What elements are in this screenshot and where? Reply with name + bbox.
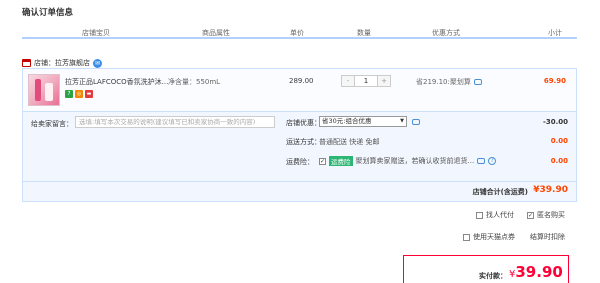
tmall-points-checkbox[interactable] [463, 233, 470, 241]
message-input[interactable]: 选填:填写本次交易的说明(建议填写已和卖家协商一致的内容) [75, 116, 275, 128]
product-name[interactable]: 拉芳正品LAFCOCO香氛洗护沐... [65, 77, 168, 87]
page-title: 确认订单信息 [22, 8, 74, 18]
message-label: 给卖家留言： [31, 120, 73, 128]
invoice-icon[interactable]: ▬ [85, 90, 93, 98]
insurance-row: ✓ 运费险 聚划算卖家赠送，若确认收货前退货... ? [319, 156, 497, 166]
quantity-input[interactable]: 1 [354, 76, 378, 86]
discount-value: -30.00 [542, 118, 568, 126]
discount-label: 店铺优惠： [286, 119, 321, 127]
insurance-tag: 运费险 [329, 156, 353, 166]
payment-summary: 实付款： ¥39.90 [403, 255, 569, 283]
insurance-value: 0.00 [550, 157, 568, 165]
promo-info: 省219.10:聚划算 [416, 77, 482, 87]
chat-icon[interactable]: ✉ [93, 58, 102, 68]
col-shop-item: 店铺宝贝 [82, 29, 110, 37]
col-price: 单价 [290, 29, 304, 37]
promo-info-icon[interactable] [473, 79, 482, 85]
anonymous-label: 匿名购买 [537, 211, 565, 219]
shop-name[interactable]: 店铺：拉芳旗舰店 [34, 58, 90, 68]
shop-total-label: 店铺合计(含运费) [472, 188, 528, 196]
help-icon[interactable]: ? [488, 157, 497, 165]
settle-note: 结算时扣除 [530, 233, 565, 241]
store-icon [22, 59, 31, 67]
product-spec: 净含量：550mL [168, 78, 221, 86]
insurance-label: 运费险： [286, 158, 314, 166]
payment-value: 39.90 [515, 263, 563, 281]
shipping-method: 普通配送 快递 免邮 [319, 138, 380, 146]
pay-for-others-label: 找人代付 [486, 211, 514, 219]
pay-for-others-checkbox[interactable] [476, 211, 483, 219]
quantity-stepper: - 1 + [341, 75, 391, 87]
promo-text: 省219.10:聚划算 [416, 78, 471, 86]
payment-amount: ¥39.90 [509, 263, 563, 281]
col-attributes: 商品属性 [202, 29, 230, 37]
insurance-text: 聚划算卖家赠送，若确认收货前退货... [355, 157, 475, 165]
product-image[interactable] [28, 74, 60, 106]
shop-total-value: ¥39.90 [533, 185, 568, 195]
insurance-checkbox[interactable]: ✓ [319, 157, 326, 165]
item-subtotal: 69.90 [543, 77, 566, 85]
anonymous-checkbox[interactable]: ✓ [527, 211, 534, 219]
tmall-points-option[interactable]: 使用天猫点券 [463, 232, 515, 242]
service-badges: 7 ◎ ▬ [65, 90, 93, 98]
guarantee-icon[interactable]: ◎ [75, 90, 83, 98]
shipping-label: 运送方式： [286, 138, 321, 146]
unit-price: 289.00 [289, 77, 314, 85]
col-discount: 优惠方式 [432, 29, 460, 37]
decrease-button[interactable]: - [342, 76, 354, 86]
col-subtotal: 小计 [548, 29, 562, 37]
order-options: 给卖家留言： 选填:填写本次交易的说明(建议填写已和卖家协商一致的内容) 店铺优… [22, 112, 577, 182]
tmall-points-label: 使用天猫点券 [473, 233, 515, 241]
anonymous-option[interactable]: ✓ 匿名购买 [527, 210, 565, 220]
discount-info-icon[interactable] [412, 119, 420, 125]
payment-label: 实付款： [479, 272, 507, 280]
seven-day-return-icon[interactable]: 7 [65, 90, 73, 98]
table-header: 店铺宝贝 商品属性 单价 数量 优惠方式 小计 [22, 27, 577, 39]
insurance-info-icon[interactable] [477, 158, 486, 164]
order-item: 拉芳正品LAFCOCO香氛洗护沐... 7 ◎ ▬ 净含量：550mL 289.… [22, 68, 577, 112]
col-quantity: 数量 [357, 29, 371, 37]
increase-button[interactable]: + [378, 76, 390, 86]
discount-select[interactable]: 省30元:组合优惠 [319, 116, 407, 127]
shop-total: 店铺合计(含运费) ¥39.90 [22, 182, 577, 202]
shipping-value: 0.00 [550, 137, 568, 145]
pay-for-others-option[interactable]: 找人代付 [476, 210, 514, 220]
